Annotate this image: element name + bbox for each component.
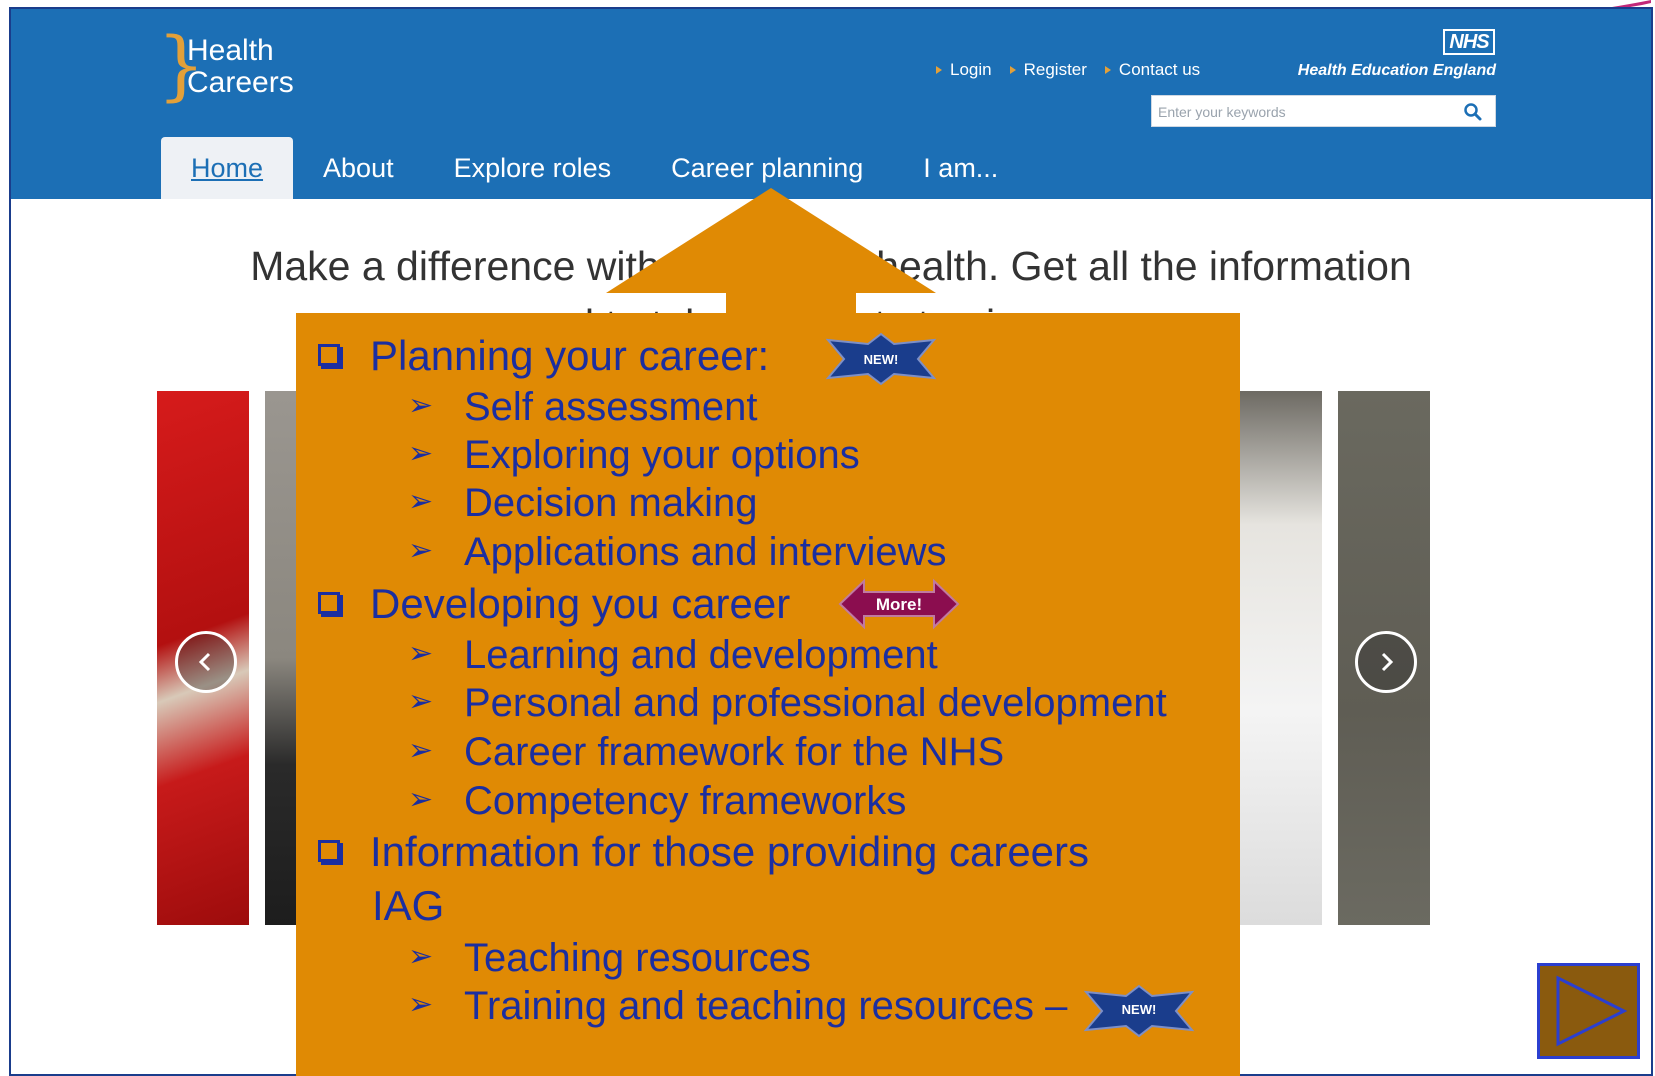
chevron-left-icon <box>198 652 211 672</box>
health-careers-logo[interactable]: } Health Careers <box>157 27 317 109</box>
next-slide-button[interactable] <box>1537 963 1640 1059</box>
arrow-bullet-icon: ➢ <box>408 988 434 1022</box>
carousel-image <box>1239 391 1322 925</box>
list-item: ➢ Applications and interviews <box>408 527 946 579</box>
link-arrow-icon <box>936 66 942 74</box>
more-badge-icon[interactable]: More! <box>838 577 960 631</box>
arrow-bullet-icon: ➢ <box>408 783 434 817</box>
contact-us-link[interactable]: Contact us <box>1104 60 1200 80</box>
utility-links: Login Register Contact us <box>936 59 1200 81</box>
logo-line-1: Health <box>187 34 274 67</box>
arrow-bullet-icon: ➢ <box>408 437 434 471</box>
play-icon <box>1556 975 1628 1047</box>
link-arrow-icon <box>1009 66 1016 74</box>
carousel-prev-button[interactable] <box>175 631 237 693</box>
list-item: ➢ Personal and professional development <box>408 678 1167 730</box>
new-badge-icon: NEW! <box>1083 984 1195 1038</box>
login-link[interactable]: Login <box>936 60 992 80</box>
more-badge-label: More! <box>876 595 922 614</box>
checkbox-bullet-icon <box>318 591 340 614</box>
list-item: Planning your career: <box>318 331 769 381</box>
search-icon[interactable] <box>1463 102 1483 122</box>
search-bar <box>1151 95 1496 127</box>
arrow-bullet-icon: ➢ <box>408 485 434 519</box>
nav-home[interactable]: Home <box>161 137 294 199</box>
arrow-bullet-icon: ➢ <box>408 389 434 423</box>
list-item: ➢ Learning and development <box>408 630 938 682</box>
arrow-bullet-icon: ➢ <box>408 734 434 768</box>
checkbox-bullet-icon <box>318 839 340 862</box>
new-badge-icon: NEW! <box>825 332 937 386</box>
new-badge-label: NEW! <box>864 352 899 367</box>
nav-about[interactable]: About <box>293 137 424 199</box>
list-item: IAG <box>372 882 445 929</box>
list-item: ➢ Teaching resources <box>408 933 811 985</box>
carousel-next-button[interactable] <box>1355 631 1417 693</box>
arrow-bullet-icon: ➢ <box>408 534 434 568</box>
site-header: } Health Careers Login Register Contact … <box>11 9 1651 199</box>
link-arrow-icon <box>1104 66 1111 74</box>
arrow-bullet-icon: ➢ <box>408 637 434 671</box>
list-item: ➢ Competency frameworks <box>408 776 906 828</box>
career-planning-callout: Planning your career: ➢ Self assessment ➢… <box>296 313 1240 1076</box>
register-link[interactable]: Register <box>1009 60 1087 80</box>
checkbox-bullet-icon <box>318 343 340 366</box>
list-item: ➢ Training and teaching resources – <box>408 981 1067 1033</box>
arrow-bullet-icon: ➢ <box>408 940 434 974</box>
search-input[interactable] <box>1158 101 1448 123</box>
slide-canvas: } Health Careers Login Register Contact … <box>0 0 1655 1076</box>
list-item: ➢ Career framework for the NHS <box>408 727 1004 779</box>
list-item: Information for those providing careers <box>318 827 1089 877</box>
logo-line-2: Careers <box>187 66 294 99</box>
list-item: ➢ Decision making <box>408 478 757 530</box>
arrow-bullet-icon: ➢ <box>408 685 434 719</box>
nhs-logo: NHS <box>1443 29 1495 55</box>
list-item: Developing you career <box>318 579 790 629</box>
chevron-right-icon <box>1381 652 1394 672</box>
list-item: ➢ Self assessment <box>408 382 757 434</box>
hee-org-name: Health Education England <box>1297 62 1496 79</box>
list-item: ➢ Exploring your options <box>408 430 860 482</box>
new-badge-label: NEW! <box>1122 1002 1157 1017</box>
